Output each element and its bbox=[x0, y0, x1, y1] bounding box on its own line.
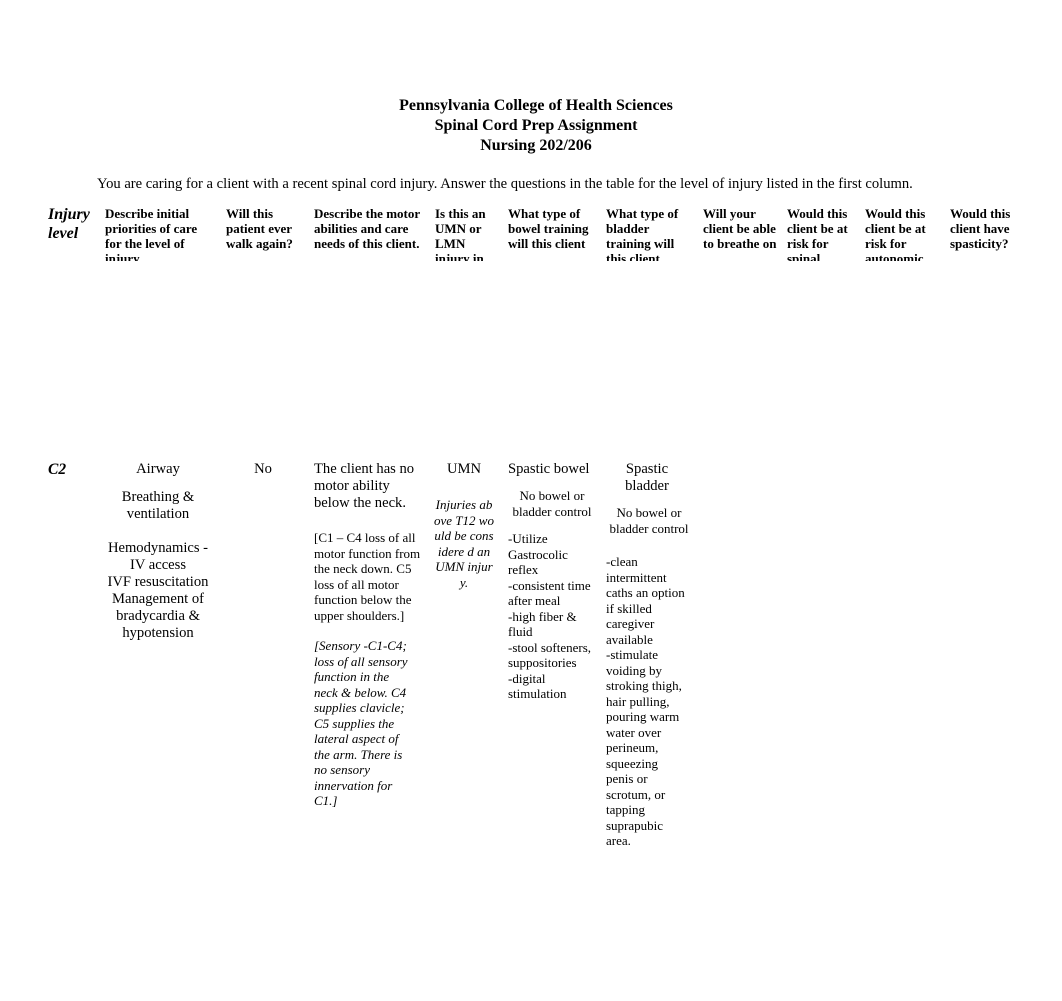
priority-iv-access: IV access bbox=[129, 557, 187, 573]
bowel-control: No bowel or bladder control bbox=[512, 488, 592, 519]
bowel-item: -high fiber & fluid bbox=[508, 608, 577, 640]
bladder-type: Spastic bladder bbox=[625, 461, 669, 494]
injury-level-cell: C2 bbox=[48, 461, 67, 478]
institution-name: Pennsylvania College of Health Sciences bbox=[399, 97, 673, 114]
bladder-control: No bowel or bladder control bbox=[609, 505, 689, 536]
motor-cell: The client has no motor ability below th… bbox=[314, 461, 426, 809]
bowel-item: -consistent time after meal bbox=[508, 577, 591, 609]
umn-lmn-answer: UMN bbox=[446, 461, 482, 477]
column-header-injury-level: Injury level bbox=[48, 206, 90, 242]
column-header-breathe: Will your client be able to breathe on bbox=[703, 206, 777, 251]
motor-detail: [C1 – C4 loss of all motor function from… bbox=[314, 530, 421, 623]
umn-lmn-note: Injuries above T12 would be considere d … bbox=[434, 497, 494, 590]
priority-airway: Airway bbox=[136, 461, 180, 477]
column-header-priorities: Describe initial priorities of care for … bbox=[105, 206, 198, 261]
priorities-cell: Airway Breathing & ventilation Hemodynam… bbox=[100, 461, 216, 642]
column-header-spasticity: Would this client have spasticity? bbox=[950, 206, 1011, 251]
column-header-umn-lmn: Is this an UMN or LMN injury in bbox=[435, 206, 486, 261]
document-header: Pennsylvania College of Health Sciences … bbox=[0, 96, 1062, 156]
sensory-detail: [Sensory -C1-C4; loss of all sensory fun… bbox=[314, 638, 408, 808]
walk-again-cell: No bbox=[254, 461, 272, 477]
bladder-item: -stimulate voiding by stroking thigh, ha… bbox=[606, 647, 682, 848]
bowel-cell: Spastic bowel No bowel or bladder contro… bbox=[508, 461, 596, 702]
bladder-cell: Spastic bladder No bowel or bladder cont… bbox=[606, 461, 692, 849]
bowel-item: -digital stimulation bbox=[508, 670, 567, 702]
bowel-item: -stool softeners, suppositories bbox=[508, 639, 592, 671]
column-header-walk-again: Will this patient ever walk again? bbox=[226, 206, 293, 251]
priority-ivf: IVF resuscitation bbox=[107, 574, 209, 590]
column-header-motor: Describe the motor abilities and care ne… bbox=[314, 206, 420, 251]
umn-lmn-cell: UMN Injuries above T12 would be consider… bbox=[433, 461, 495, 590]
intro-paragraph: You are caring for a client with a recen… bbox=[97, 176, 913, 192]
column-header-bladder: What type of bladder training will this … bbox=[606, 206, 679, 261]
column-header-bowel: What type of bowel training will this cl… bbox=[508, 206, 589, 251]
column-header-autonomic: Would this client be at risk for autonom… bbox=[865, 206, 926, 261]
bowel-item: -Utilize Gastrocolic reflex bbox=[508, 531, 568, 577]
assignment-title: Spinal Cord Prep Assignment bbox=[434, 117, 638, 134]
priority-hemodynamics: Hemodynamics - bbox=[107, 540, 209, 556]
bowel-type: Spastic bowel bbox=[508, 461, 590, 477]
priority-management: Management of bradycardia & hypotension bbox=[112, 591, 204, 641]
column-header-spinal-shock: Would this client be at risk for spinal bbox=[787, 206, 848, 261]
priority-breathing: Breathing & ventilation bbox=[121, 489, 195, 522]
bladder-item: -clean intermittent caths an option if s… bbox=[606, 554, 685, 647]
motor-summary: The client has no motor ability below th… bbox=[314, 461, 415, 511]
course-name: Nursing 202/206 bbox=[480, 137, 592, 154]
